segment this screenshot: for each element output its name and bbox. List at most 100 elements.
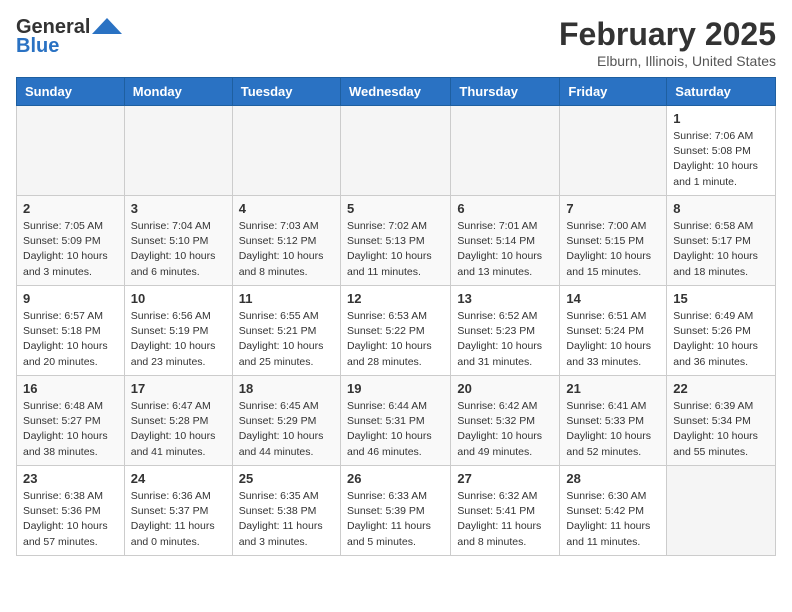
day-info: Sunrise: 6:35 AM Sunset: 5:38 PM Dayligh… bbox=[239, 489, 334, 550]
day-number: 17 bbox=[131, 381, 226, 396]
calendar-cell: 15 Sunrise: 6:49 AM Sunset: 5:26 PM Dayli… bbox=[667, 286, 776, 376]
day-info: Sunrise: 6:30 AM Sunset: 5:42 PM Dayligh… bbox=[566, 489, 660, 550]
day-number: 14 bbox=[566, 291, 660, 306]
title-area: February 2025 Elburn, Illinois, United S… bbox=[559, 16, 776, 69]
day-info: Sunrise: 6:49 AM Sunset: 5:26 PM Dayligh… bbox=[673, 309, 769, 370]
day-info: Sunrise: 6:39 AM Sunset: 5:34 PM Dayligh… bbox=[673, 399, 769, 460]
day-number: 28 bbox=[566, 471, 660, 486]
calendar-cell: 19 Sunrise: 6:44 AM Sunset: 5:31 PM Dayli… bbox=[340, 376, 450, 466]
day-info: Sunrise: 6:48 AM Sunset: 5:27 PM Dayligh… bbox=[23, 399, 118, 460]
day-number: 4 bbox=[239, 201, 334, 216]
week-row: 9 Sunrise: 6:57 AM Sunset: 5:18 PM Daylig… bbox=[17, 286, 776, 376]
day-info: Sunrise: 6:55 AM Sunset: 5:21 PM Dayligh… bbox=[239, 309, 334, 370]
day-info: Sunrise: 6:45 AM Sunset: 5:29 PM Dayligh… bbox=[239, 399, 334, 460]
week-row: 1Sunrise: 7:06 AM Sunset: 5:08 PM Daylig… bbox=[17, 106, 776, 196]
calendar-cell: 12 Sunrise: 6:53 AM Sunset: 5:22 PM Dayli… bbox=[340, 286, 450, 376]
calendar-cell: 17 Sunrise: 6:47 AM Sunset: 5:28 PM Dayli… bbox=[124, 376, 232, 466]
day-number: 24 bbox=[131, 471, 226, 486]
day-info: Sunrise: 6:32 AM Sunset: 5:41 PM Dayligh… bbox=[457, 489, 553, 550]
day-info: Sunrise: 6:47 AM Sunset: 5:28 PM Dayligh… bbox=[131, 399, 226, 460]
day-info: Sunrise: 6:56 AM Sunset: 5:19 PM Dayligh… bbox=[131, 309, 226, 370]
calendar-cell: 28 Sunrise: 6:30 AM Sunset: 5:42 PM Dayli… bbox=[560, 466, 667, 556]
day-number: 15 bbox=[673, 291, 769, 306]
day-number: 11 bbox=[239, 291, 334, 306]
weekday-header: Friday bbox=[560, 78, 667, 106]
day-info: Sunrise: 6:36 AM Sunset: 5:37 PM Dayligh… bbox=[131, 489, 226, 550]
weekday-header: Thursday bbox=[451, 78, 560, 106]
day-info: Sunrise: 6:33 AM Sunset: 5:39 PM Dayligh… bbox=[347, 489, 444, 550]
day-info: Sunrise: 6:52 AM Sunset: 5:23 PM Dayligh… bbox=[457, 309, 553, 370]
weekday-header: Saturday bbox=[667, 78, 776, 106]
day-info: Sunrise: 7:02 AM Sunset: 5:13 PM Dayligh… bbox=[347, 219, 444, 280]
calendar-cell bbox=[340, 106, 450, 196]
calendar-cell: 14 Sunrise: 6:51 AM Sunset: 5:24 PM Dayli… bbox=[560, 286, 667, 376]
day-number: 3 bbox=[131, 201, 226, 216]
day-number: 23 bbox=[23, 471, 118, 486]
calendar-table: SundayMondayTuesdayWednesdayThursdayFrid… bbox=[16, 77, 776, 556]
week-row: 2 Sunrise: 7:05 AM Sunset: 5:09 PM Daylig… bbox=[17, 196, 776, 286]
calendar-cell: 8 Sunrise: 6:58 AM Sunset: 5:17 PM Daylig… bbox=[667, 196, 776, 286]
day-info: Sunrise: 6:58 AM Sunset: 5:17 PM Dayligh… bbox=[673, 219, 769, 280]
day-info: Sunrise: 7:00 AM Sunset: 5:15 PM Dayligh… bbox=[566, 219, 660, 280]
weekday-header-row: SundayMondayTuesdayWednesdayThursdayFrid… bbox=[17, 78, 776, 106]
calendar-cell: 6 Sunrise: 7:01 AM Sunset: 5:14 PM Daylig… bbox=[451, 196, 560, 286]
weekday-header: Tuesday bbox=[232, 78, 340, 106]
calendar-title: February 2025 bbox=[559, 16, 776, 53]
calendar-cell: 16 Sunrise: 6:48 AM Sunset: 5:27 PM Dayli… bbox=[17, 376, 125, 466]
calendar-cell: 13 Sunrise: 6:52 AM Sunset: 5:23 PM Dayli… bbox=[451, 286, 560, 376]
day-number: 8 bbox=[673, 201, 769, 216]
weekday-header: Monday bbox=[124, 78, 232, 106]
day-number: 13 bbox=[457, 291, 553, 306]
calendar-cell: 24 Sunrise: 6:36 AM Sunset: 5:37 PM Dayli… bbox=[124, 466, 232, 556]
calendar-cell: 22 Sunrise: 6:39 AM Sunset: 5:34 PM Dayli… bbox=[667, 376, 776, 466]
day-number: 6 bbox=[457, 201, 553, 216]
calendar-cell: 4Sunrise: 7:03 AM Sunset: 5:12 PM Daylig… bbox=[232, 196, 340, 286]
header: General Blue February 2025 Elburn, Illin… bbox=[16, 16, 776, 69]
calendar-cell bbox=[451, 106, 560, 196]
day-number: 7 bbox=[566, 201, 660, 216]
calendar-cell bbox=[17, 106, 125, 196]
weekday-header: Wednesday bbox=[340, 78, 450, 106]
day-number: 9 bbox=[23, 291, 118, 306]
day-info: Sunrise: 6:53 AM Sunset: 5:22 PM Dayligh… bbox=[347, 309, 444, 370]
day-number: 22 bbox=[673, 381, 769, 396]
day-number: 19 bbox=[347, 381, 444, 396]
day-number: 10 bbox=[131, 291, 226, 306]
day-info: Sunrise: 6:42 AM Sunset: 5:32 PM Dayligh… bbox=[457, 399, 553, 460]
calendar-cell: 18 Sunrise: 6:45 AM Sunset: 5:29 PM Dayli… bbox=[232, 376, 340, 466]
week-row: 23Sunrise: 6:38 AM Sunset: 5:36 PM Dayli… bbox=[17, 466, 776, 556]
logo-icon bbox=[92, 16, 122, 36]
day-number: 2 bbox=[23, 201, 118, 216]
day-number: 18 bbox=[239, 381, 334, 396]
day-number: 27 bbox=[457, 471, 553, 486]
day-info: Sunrise: 7:06 AM Sunset: 5:08 PM Dayligh… bbox=[673, 129, 769, 190]
day-number: 25 bbox=[239, 471, 334, 486]
calendar-cell: 20Sunrise: 6:42 AM Sunset: 5:32 PM Dayli… bbox=[451, 376, 560, 466]
calendar-cell: 2 Sunrise: 7:05 AM Sunset: 5:09 PM Daylig… bbox=[17, 196, 125, 286]
logo: General Blue bbox=[16, 16, 122, 58]
calendar-cell bbox=[667, 466, 776, 556]
calendar-cell: 7 Sunrise: 7:00 AM Sunset: 5:15 PM Daylig… bbox=[560, 196, 667, 286]
calendar-cell: 1Sunrise: 7:06 AM Sunset: 5:08 PM Daylig… bbox=[667, 106, 776, 196]
calendar-cell: 27 Sunrise: 6:32 AM Sunset: 5:41 PM Dayli… bbox=[451, 466, 560, 556]
calendar-cell: 26Sunrise: 6:33 AM Sunset: 5:39 PM Dayli… bbox=[340, 466, 450, 556]
day-number: 21 bbox=[566, 381, 660, 396]
day-info: Sunrise: 7:04 AM Sunset: 5:10 PM Dayligh… bbox=[131, 219, 226, 280]
week-row: 16 Sunrise: 6:48 AM Sunset: 5:27 PM Dayli… bbox=[17, 376, 776, 466]
calendar-cell: 11 Sunrise: 6:55 AM Sunset: 5:21 PM Dayli… bbox=[232, 286, 340, 376]
calendar-cell: 5Sunrise: 7:02 AM Sunset: 5:13 PM Daylig… bbox=[340, 196, 450, 286]
day-number: 16 bbox=[23, 381, 118, 396]
calendar-cell: 23Sunrise: 6:38 AM Sunset: 5:36 PM Dayli… bbox=[17, 466, 125, 556]
day-info: Sunrise: 6:44 AM Sunset: 5:31 PM Dayligh… bbox=[347, 399, 444, 460]
day-info: Sunrise: 7:01 AM Sunset: 5:14 PM Dayligh… bbox=[457, 219, 553, 280]
logo-blue: Blue bbox=[16, 35, 59, 58]
day-info: Sunrise: 6:57 AM Sunset: 5:18 PM Dayligh… bbox=[23, 309, 118, 370]
weekday-header: Sunday bbox=[17, 78, 125, 106]
calendar-cell: 3 Sunrise: 7:04 AM Sunset: 5:10 PM Daylig… bbox=[124, 196, 232, 286]
calendar-cell bbox=[560, 106, 667, 196]
day-info: Sunrise: 6:51 AM Sunset: 5:24 PM Dayligh… bbox=[566, 309, 660, 370]
calendar-cell: 21 Sunrise: 6:41 AM Sunset: 5:33 PM Dayli… bbox=[560, 376, 667, 466]
day-info: Sunrise: 6:41 AM Sunset: 5:33 PM Dayligh… bbox=[566, 399, 660, 460]
day-info: Sunrise: 7:05 AM Sunset: 5:09 PM Dayligh… bbox=[23, 219, 118, 280]
day-number: 12 bbox=[347, 291, 444, 306]
